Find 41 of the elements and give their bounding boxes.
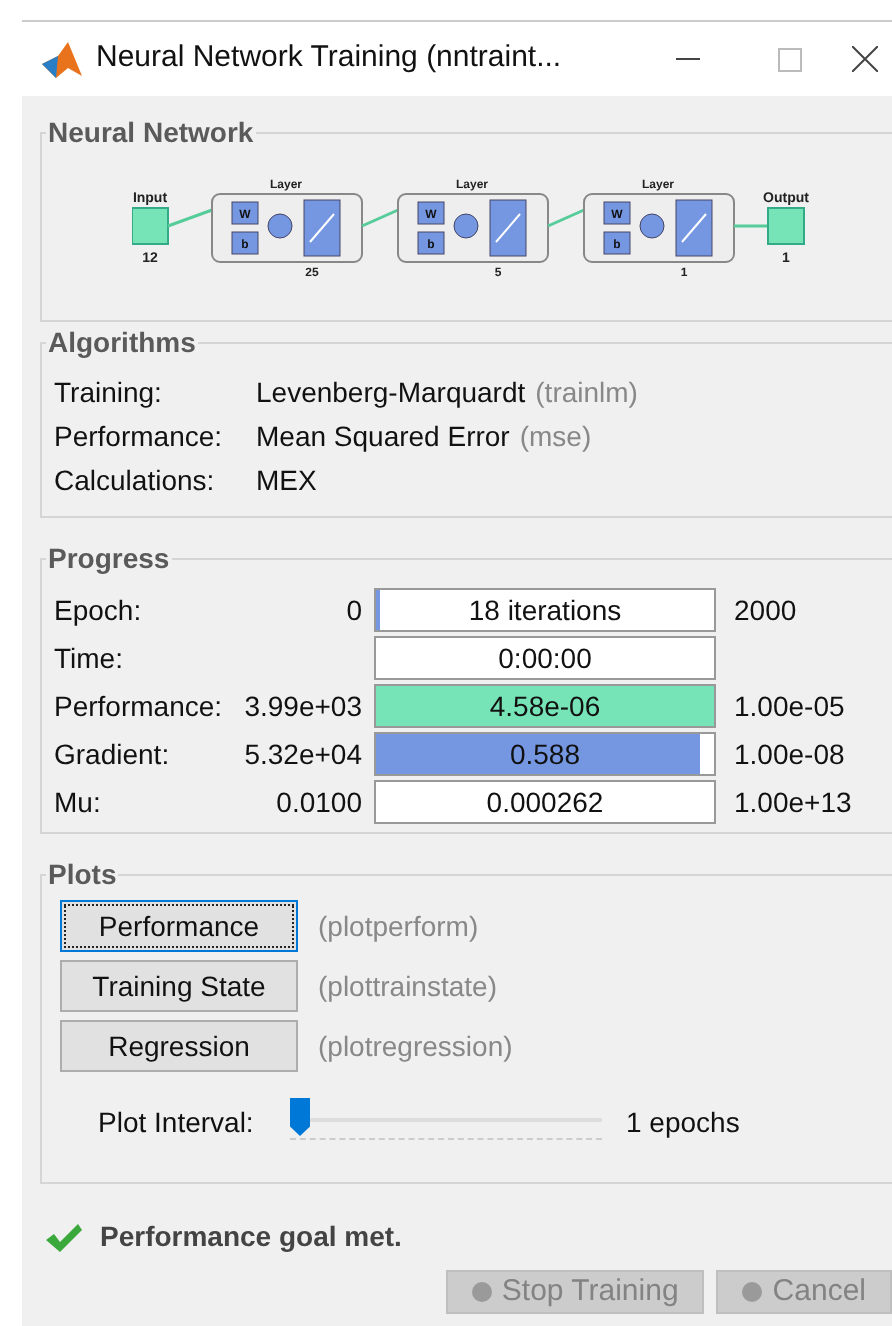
- progress-value: 0.588: [507, 736, 583, 774]
- progress-label: Epoch:: [54, 591, 144, 630]
- end-value: 2000: [734, 591, 797, 629]
- maximize-icon: [778, 47, 802, 71]
- close-icon: [852, 46, 878, 72]
- function-name: (plotregression): [318, 1027, 513, 1066]
- function-name: (mse): [519, 418, 592, 456]
- status-message: Performance goal met.: [100, 1218, 402, 1256]
- algorithm-label: Training:: [54, 374, 164, 412]
- progress-value: 18 iterations: [466, 592, 624, 630]
- progress-label: Performance:: [54, 687, 225, 725]
- progress-value: 4.58e-06: [487, 688, 603, 726]
- function-name: (trainlm): [535, 374, 638, 412]
- end-value: 1.00e-08: [734, 735, 845, 773]
- algorithm-label: Calculations:: [54, 462, 217, 500]
- algorithm-value: Mean Squared Error: [256, 418, 510, 456]
- algorithm-value: MEX: [256, 462, 317, 500]
- progress-label: Gradient:: [54, 735, 172, 773]
- stop-icon: [742, 1282, 763, 1302]
- algorithm-label: Performance:: [54, 418, 225, 456]
- end-value: 1.00e-05: [734, 687, 845, 725]
- slider-reading: 1 epochs: [626, 1103, 740, 1142]
- minimize-icon: [676, 57, 700, 61]
- stop-icon: [471, 1282, 492, 1302]
- plot-button[interactable]: Performance: [60, 900, 298, 952]
- function-name: (plotperform): [318, 907, 479, 946]
- slider-label: Plot Interval:: [98, 1103, 256, 1141]
- start-value: 5.32e+04: [244, 735, 362, 773]
- plot-button[interactable]: Regression: [60, 1020, 298, 1072]
- checkmark-icon: [44, 1221, 84, 1253]
- progress-label: Time:: [54, 639, 125, 677]
- plot-button[interactable]: Training State: [60, 960, 298, 1012]
- function-name: (plottrainstate): [318, 967, 497, 1006]
- progress-label: Mu:: [54, 783, 103, 821]
- algorithm-value: Levenberg-Marquardt: [256, 374, 526, 412]
- start-value: 3.99e+03: [244, 687, 362, 725]
- end-value: 1.00e+13: [734, 783, 852, 821]
- start-value: 0.0100: [276, 783, 362, 821]
- window-title: Neural Network Training (nntraint...: [96, 38, 562, 79]
- logo-icon: [40, 39, 84, 79]
- start-value: 0: [346, 591, 362, 629]
